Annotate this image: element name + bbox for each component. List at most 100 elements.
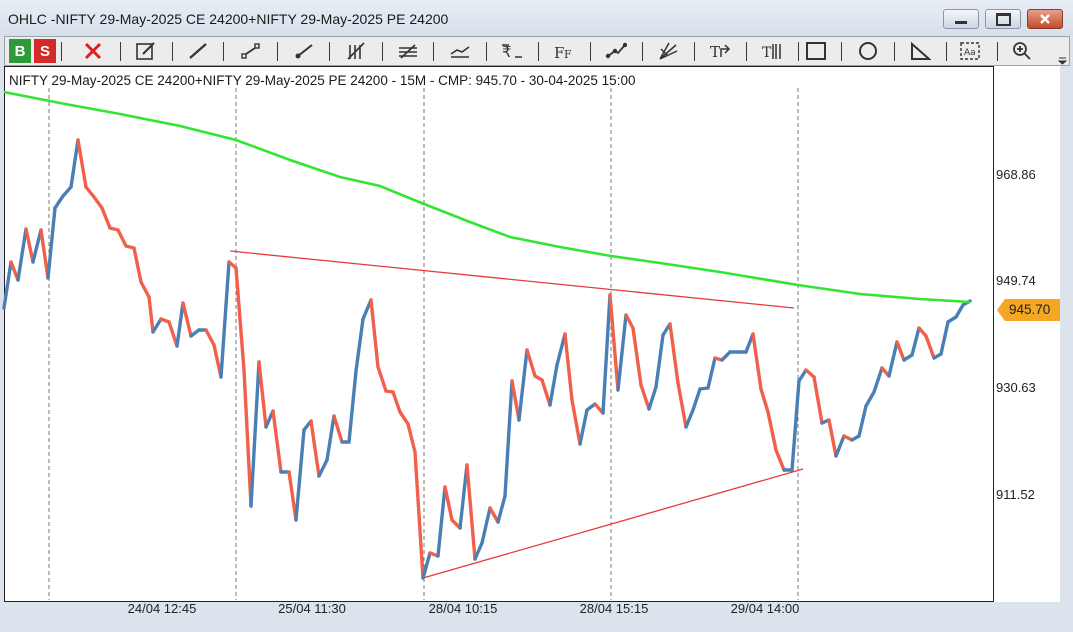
x-tick-label: 25/04 11:30 bbox=[278, 601, 346, 616]
cmp-price-label: 945.70 bbox=[1009, 302, 1051, 317]
moving-average-line bbox=[3, 90, 971, 304]
price-segment bbox=[234, 266, 246, 372]
price-segment bbox=[391, 390, 402, 414]
price-segment bbox=[219, 260, 231, 379]
y-tick-label: 949.74 bbox=[996, 273, 1036, 288]
price-segment bbox=[616, 313, 628, 392]
price-segment bbox=[204, 328, 216, 347]
price-segment bbox=[668, 322, 680, 385]
price-segment bbox=[864, 390, 876, 408]
price-segment bbox=[61, 185, 73, 198]
price-segment bbox=[181, 301, 193, 338]
price-segment bbox=[895, 340, 906, 362]
price-segment bbox=[376, 365, 388, 393]
price-segment bbox=[175, 301, 185, 348]
vertical-scrollbar[interactable] bbox=[1060, 66, 1070, 606]
price-segment bbox=[443, 485, 454, 522]
price-segment bbox=[147, 295, 155, 334]
price-segment bbox=[812, 375, 824, 425]
price-segment bbox=[691, 387, 702, 412]
price-segment bbox=[480, 506, 492, 545]
price-segment bbox=[406, 422, 417, 454]
price-segment bbox=[249, 360, 261, 508]
price-segment bbox=[242, 368, 253, 508]
price-segment bbox=[766, 410, 778, 452]
price-segment bbox=[827, 418, 838, 458]
price-segment bbox=[924, 334, 936, 360]
upper-trendline bbox=[229, 250, 795, 309]
x-tick-label: 28/04 15:15 bbox=[579, 601, 649, 616]
price-segment bbox=[525, 348, 537, 378]
price-segment bbox=[548, 363, 559, 407]
x-tick-label: 29/04 14:00 bbox=[730, 601, 800, 616]
price-segment bbox=[398, 410, 410, 426]
price-segment bbox=[16, 227, 28, 282]
price-segment bbox=[774, 448, 786, 472]
price-segment bbox=[39, 228, 50, 280]
price-segment bbox=[2, 260, 13, 310]
price-segment bbox=[857, 404, 868, 438]
price-segment bbox=[139, 280, 151, 299]
price-segment bbox=[624, 313, 635, 330]
price-segment bbox=[510, 379, 521, 422]
price-segment bbox=[570, 398, 582, 446]
x-tick-label: 28/04 10:15 bbox=[428, 601, 498, 616]
price-segment bbox=[100, 206, 112, 230]
price-segment bbox=[939, 320, 950, 356]
price-segment bbox=[325, 414, 336, 462]
price-segment bbox=[53, 194, 65, 210]
price-segment bbox=[563, 332, 574, 402]
cmp-price-tag: 945.70 bbox=[997, 299, 1069, 321]
price-segment bbox=[257, 360, 268, 429]
price-segment bbox=[676, 381, 688, 429]
price-segment bbox=[601, 293, 612, 415]
price-segment bbox=[151, 317, 163, 334]
price-segment bbox=[578, 408, 589, 446]
price-segment bbox=[639, 383, 651, 411]
price-segment bbox=[496, 494, 507, 524]
price-segment bbox=[517, 348, 529, 422]
price-segment bbox=[488, 506, 500, 524]
price-segment bbox=[540, 378, 552, 407]
price-segment bbox=[116, 228, 128, 248]
price-axis bbox=[994, 66, 1068, 602]
price-segment bbox=[84, 185, 96, 199]
price-segment bbox=[954, 303, 965, 319]
price-segment bbox=[369, 298, 380, 369]
price-segment bbox=[317, 458, 329, 478]
lower-trendline bbox=[422, 468, 804, 579]
price-segment bbox=[473, 541, 484, 561]
price-segment bbox=[631, 326, 643, 387]
price-segment bbox=[465, 463, 477, 561]
price-segment bbox=[759, 387, 770, 414]
price-segment bbox=[31, 228, 43, 264]
price-segment bbox=[92, 195, 104, 210]
price-segment bbox=[332, 414, 344, 444]
price-segment bbox=[354, 317, 365, 373]
price-segment bbox=[413, 450, 425, 580]
price-segment bbox=[684, 408, 695, 429]
price-segment bbox=[76, 138, 88, 189]
price-segment bbox=[309, 419, 321, 478]
price-segment bbox=[69, 138, 80, 189]
price-segment bbox=[751, 332, 763, 391]
price-segment bbox=[132, 246, 143, 284]
price-segment bbox=[436, 485, 447, 558]
price-segment bbox=[458, 463, 469, 530]
price-segment bbox=[834, 434, 846, 458]
price-segment bbox=[654, 333, 665, 389]
price-segment bbox=[887, 340, 899, 378]
price-segment bbox=[647, 385, 658, 411]
price-segment bbox=[797, 368, 808, 383]
price-segment bbox=[706, 356, 717, 390]
price-segment bbox=[910, 326, 921, 357]
y-tick-label: 930.63 bbox=[996, 380, 1036, 395]
price-segment bbox=[294, 428, 306, 522]
x-tick-label: 24/04 12:45 bbox=[127, 601, 197, 616]
price-segment bbox=[872, 366, 884, 394]
price-segment bbox=[347, 369, 358, 444]
price-segment bbox=[271, 409, 283, 474]
price-segment bbox=[503, 379, 514, 498]
y-tick-label: 911.52 bbox=[996, 487, 1035, 502]
price-chart[interactable] bbox=[0, 0, 1073, 632]
